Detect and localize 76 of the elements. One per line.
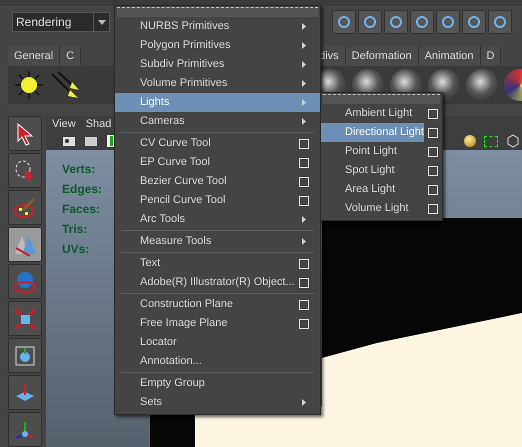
submenu-arrow-icon: [302, 80, 306, 87]
menu-item[interactable]: EP Curve Tool: [115, 153, 320, 172]
dropdown-caret-icon: [98, 20, 106, 24]
tool-button[interactable]: [8, 116, 42, 151]
shelf-tab[interactable]: General: [8, 46, 60, 66]
option-box-icon[interactable]: [428, 166, 438, 176]
hud-label: Edges:: [62, 181, 102, 194]
option-box-icon[interactable]: [299, 278, 309, 288]
tool-button[interactable]: [8, 301, 42, 336]
option-box-icon[interactable]: [299, 158, 309, 168]
menu-item[interactable]: Pencil Curve Tool: [115, 191, 320, 210]
option-box-icon[interactable]: [299, 318, 309, 328]
menu-item[interactable]: Adobe(R) Illustrator(R) Object...: [115, 273, 320, 292]
camera-icon[interactable]: [62, 134, 78, 148]
option-box-icon[interactable]: [299, 196, 309, 206]
lasso-icon: [13, 158, 37, 182]
menu-item[interactable]: Construction Plane: [115, 295, 320, 314]
submenu-arrow-icon: [302, 42, 306, 49]
option-box-icon[interactable]: [428, 184, 438, 194]
tool-button[interactable]: [8, 153, 42, 188]
menu-set-dropdown[interactable]: Rendering: [12, 12, 110, 32]
submenu-arrow-icon: [302, 399, 306, 406]
submenu-arrow-icon: [302, 118, 306, 125]
cube-icon[interactable]: [506, 134, 520, 148]
submenu-arrow-icon: [302, 61, 306, 68]
tool-button[interactable]: [8, 227, 42, 262]
shelf-tab[interactable]: C: [60, 46, 82, 66]
menu-item[interactable]: Volume Primitives: [115, 74, 320, 93]
option-box-icon[interactable]: [428, 128, 438, 138]
menu-item[interactable]: Measure Tools: [115, 232, 320, 251]
menu-item[interactable]: CV Curve Tool: [115, 134, 320, 153]
selection-box-icon[interactable]: [484, 136, 498, 146]
menu-item[interactable]: Bezier Curve Tool: [115, 172, 320, 191]
panel-menu[interactable]: View: [52, 116, 76, 132]
menu-item[interactable]: Annotation...: [115, 352, 320, 371]
option-box-icon[interactable]: [428, 108, 438, 118]
option-box-icon[interactable]: [299, 300, 309, 310]
tool-button[interactable]: [8, 375, 42, 410]
submenu-arrow-icon: [302, 216, 306, 223]
menu-item[interactable]: Point Light: [321, 142, 442, 161]
camera-icon[interactable]: [84, 134, 100, 148]
arrows-icon[interactable]: [50, 70, 80, 100]
hud-label: Verts:: [62, 161, 96, 174]
panel-menu[interactable]: Shad: [86, 116, 112, 132]
shelf-tab[interactable]: Deformation: [346, 46, 419, 66]
menu-item[interactable]: NURBS Primitives: [115, 17, 320, 36]
hud-label: Faces:: [62, 201, 100, 214]
submenu-arrow-icon: [302, 99, 306, 106]
menu-item[interactable]: Area Light: [321, 180, 442, 199]
menu-item[interactable]: Empty Group: [115, 374, 320, 393]
hud-label: Tris:: [62, 221, 88, 234]
paint-brush-icon: [13, 196, 37, 220]
sun-icon[interactable]: [14, 70, 44, 100]
sphere-icon: [13, 270, 37, 294]
menu-item[interactable]: Spot Light: [321, 161, 442, 180]
cube-icon: [13, 306, 37, 330]
option-box-icon[interactable]: [428, 146, 438, 156]
menu-item[interactable]: Ambient Light: [321, 104, 442, 123]
manipulator-icon: [13, 344, 37, 368]
menu-item[interactable]: Cameras: [115, 112, 320, 131]
submenu-arrow-icon: [302, 23, 306, 30]
menu-item[interactable]: Arc Tools: [115, 210, 320, 229]
option-box-icon[interactable]: [299, 258, 309, 268]
menu-item[interactable]: Sets: [115, 393, 320, 412]
option-box-icon[interactable]: [299, 138, 309, 148]
submenu-arrow-icon: [302, 238, 306, 245]
shelf-tab[interactable]: Animation: [418, 46, 480, 66]
menu-item[interactable]: Volume Light: [321, 199, 442, 218]
menu-item[interactable]: Text: [115, 254, 320, 273]
tool-button[interactable]: [8, 338, 42, 373]
shelf-tab[interactable]: D: [480, 46, 502, 66]
option-box-icon[interactable]: [428, 204, 438, 214]
menu-item[interactable]: Free Image Plane: [115, 314, 320, 333]
option-box-icon[interactable]: [299, 176, 309, 186]
hud-label: UVs:: [62, 241, 90, 254]
menu-item[interactable]: Locator: [115, 333, 320, 352]
